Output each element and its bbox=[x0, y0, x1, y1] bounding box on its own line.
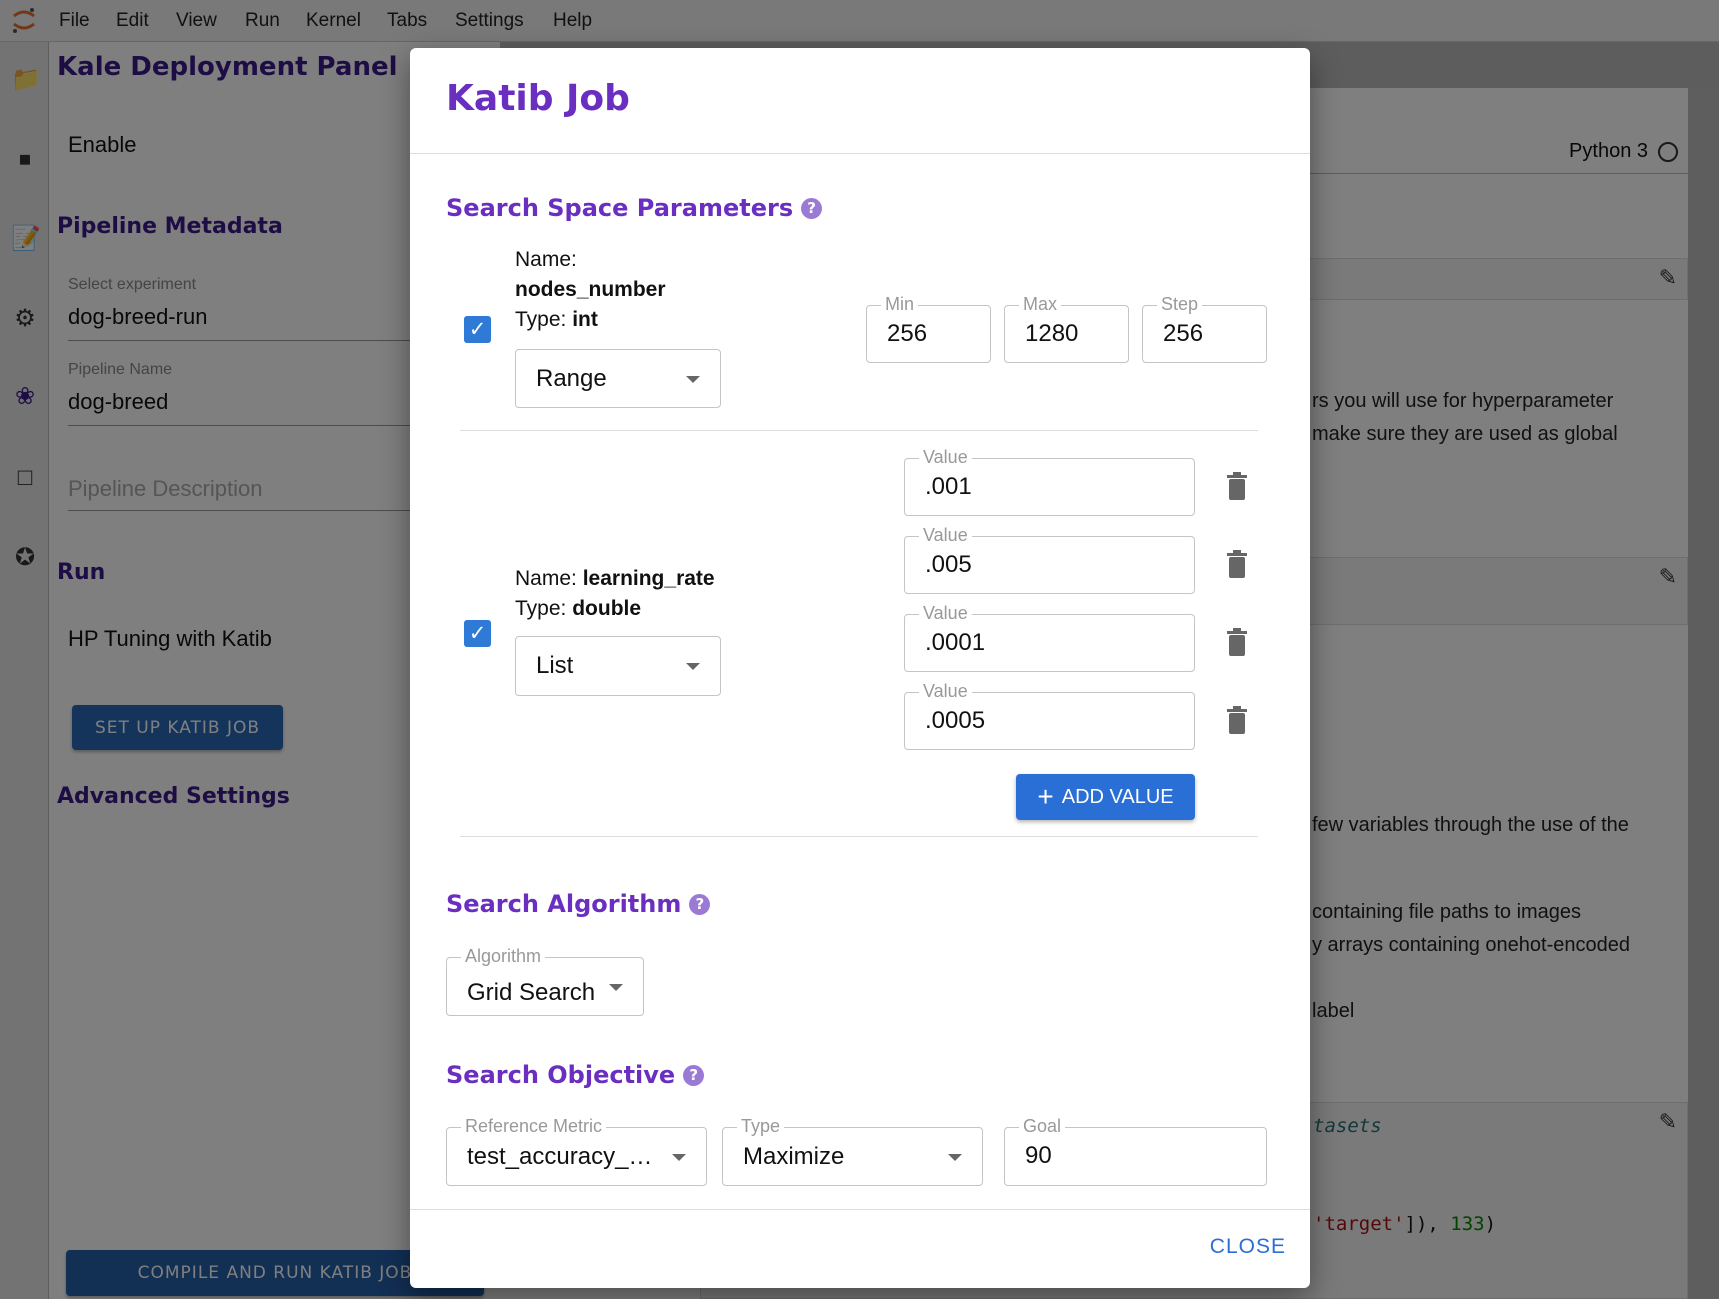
name-value: learning_rate bbox=[582, 567, 715, 590]
plus-icon: + bbox=[1037, 781, 1054, 812]
list-value-field[interactable]: Value .0001 bbox=[904, 603, 1195, 672]
type-label: Type: bbox=[515, 308, 567, 331]
param-divider bbox=[460, 430, 1258, 431]
min-label: Min bbox=[881, 294, 919, 315]
param-name-label: Name: bbox=[515, 248, 577, 271]
param-type: Type: double bbox=[515, 597, 641, 621]
delete-trash-icon[interactable] bbox=[1226, 706, 1248, 734]
close-button[interactable]: CLOSE bbox=[1210, 1235, 1286, 1259]
search-space-heading-text: Search Space Parameters bbox=[446, 194, 794, 222]
add-value-button[interactable]: + ADD VALUE bbox=[1016, 774, 1195, 820]
list-value-field[interactable]: Value .0005 bbox=[904, 681, 1195, 750]
header-divider bbox=[410, 153, 1310, 154]
help-icon[interactable]: ? bbox=[683, 1064, 705, 1086]
step-label: Step bbox=[1157, 294, 1203, 315]
algorithm-value: Grid Search bbox=[467, 979, 596, 1007]
value-text: .0001 bbox=[925, 629, 986, 656]
type-value: double bbox=[572, 597, 642, 620]
param-mode-select[interactable]: Range bbox=[515, 349, 721, 408]
dropdown-arrow-icon bbox=[686, 663, 700, 670]
param-mode-select[interactable]: List bbox=[515, 636, 721, 696]
value-label: Value bbox=[919, 681, 972, 702]
max-label: Max bbox=[1019, 294, 1062, 315]
value-label: Value bbox=[919, 447, 972, 468]
step-field[interactable]: Step 256 bbox=[1142, 294, 1267, 363]
goal-label: Goal bbox=[1019, 1116, 1066, 1137]
value-text: .001 bbox=[925, 473, 972, 500]
list-value-field[interactable]: Value .005 bbox=[904, 525, 1195, 594]
delete-trash-icon[interactable] bbox=[1226, 628, 1248, 656]
param-checkbox-learning-rate[interactable]: ✓ bbox=[464, 620, 491, 647]
max-value: 1280 bbox=[1025, 320, 1079, 347]
name-label: Name: bbox=[515, 567, 577, 590]
reference-metric-select[interactable]: Reference Metric test_accuracy_… bbox=[446, 1116, 707, 1186]
value-label: Value bbox=[919, 525, 972, 546]
min-value: 256 bbox=[887, 320, 928, 347]
add-value-label: ADD VALUE bbox=[1061, 785, 1174, 808]
objective-type-select[interactable]: Type Maximize bbox=[722, 1116, 983, 1186]
dropdown-arrow-icon bbox=[672, 1153, 686, 1161]
objective-type-value: Maximize bbox=[743, 1142, 845, 1170]
value-text: .005 bbox=[925, 551, 972, 578]
list-value-field[interactable]: Value .001 bbox=[904, 447, 1195, 516]
katib-job-dialog: Katib Job Search Space Parameters? ✓ Nam… bbox=[410, 48, 1310, 1288]
search-objective-heading: Search Objective? bbox=[446, 1061, 705, 1089]
dropdown-arrow-icon bbox=[609, 983, 623, 991]
delete-trash-icon[interactable] bbox=[1226, 472, 1248, 500]
type-value: int bbox=[572, 308, 598, 331]
max-field[interactable]: Max 1280 bbox=[1004, 294, 1129, 363]
reference-metric-label: Reference Metric bbox=[461, 1116, 607, 1137]
reference-metric-value: test_accuracy_… bbox=[467, 1142, 653, 1170]
min-field[interactable]: Min 256 bbox=[866, 294, 991, 363]
search-algorithm-heading: Search Algorithm? bbox=[446, 890, 711, 918]
footer-divider bbox=[410, 1209, 1310, 1210]
value-text: .0005 bbox=[925, 707, 986, 734]
dropdown-arrow-icon bbox=[686, 375, 700, 383]
goal-field[interactable]: Goal 90 bbox=[1004, 1116, 1267, 1186]
param-type: Type: int bbox=[515, 308, 598, 332]
dialog-title: Katib Job bbox=[446, 78, 630, 119]
search-algorithm-heading-text: Search Algorithm bbox=[446, 890, 682, 918]
param-checkbox-nodes-number[interactable]: ✓ bbox=[464, 316, 491, 343]
param-name: nodes_number bbox=[515, 278, 666, 301]
help-icon[interactable]: ? bbox=[801, 197, 823, 219]
type-label: Type: bbox=[515, 597, 567, 620]
select-value: List bbox=[536, 652, 574, 679]
step-value: 256 bbox=[1163, 320, 1204, 347]
search-objective-heading-text: Search Objective bbox=[446, 1061, 676, 1089]
search-space-heading: Search Space Parameters? bbox=[446, 194, 823, 222]
param-name: Name: learning_rate bbox=[515, 567, 715, 591]
algorithm-label: Algorithm bbox=[461, 946, 546, 967]
objective-type-label: Type bbox=[737, 1116, 785, 1137]
dropdown-arrow-icon bbox=[948, 1153, 962, 1161]
goal-value: 90 bbox=[1025, 1142, 1052, 1169]
delete-trash-icon[interactable] bbox=[1226, 550, 1248, 578]
select-value: Range bbox=[536, 364, 607, 392]
algorithm-select[interactable]: Algorithm Grid Search bbox=[446, 946, 644, 1016]
help-icon[interactable]: ? bbox=[689, 893, 711, 915]
section-divider bbox=[460, 836, 1258, 837]
value-label: Value bbox=[919, 603, 972, 624]
